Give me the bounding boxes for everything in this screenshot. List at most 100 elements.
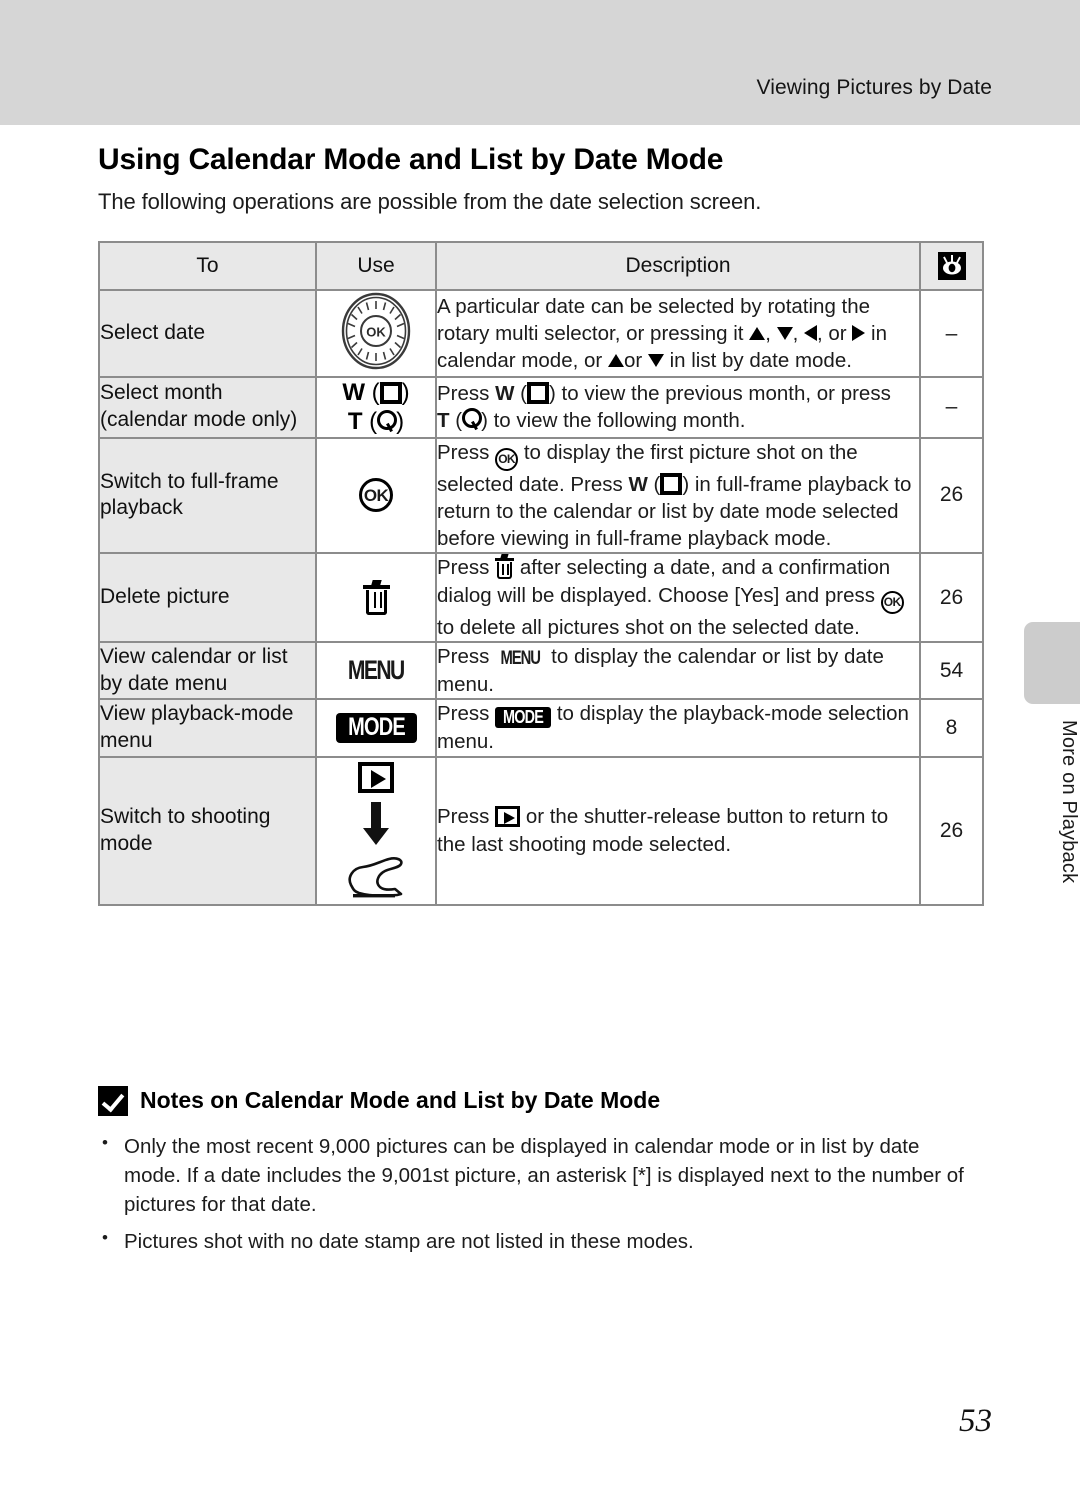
table-row: Switch to shooting mode Press or the shu… xyxy=(98,755,984,906)
thumbnail-checker-icon xyxy=(660,472,683,495)
description-view-playback-mode-menu: Press MODE to display the playback-mode … xyxy=(435,698,921,758)
desc-text-fragment: ) to view the following month. xyxy=(481,409,746,433)
reference-page-value: – xyxy=(919,376,984,439)
desc-text-fragment: to display the playback-mode xyxy=(556,702,823,726)
row-label-select-month: Select month (calendar mode only) xyxy=(98,376,317,439)
running-title: Viewing Pictures by Date xyxy=(756,76,992,99)
table-row: View calendar or list by date menu MENU … xyxy=(98,640,984,701)
description-view-calendar-menu: Press MENU to display the calendar or li… xyxy=(435,640,921,701)
notes-list: Only the most recent 9,000 pictures can … xyxy=(98,1131,982,1256)
arrow-up-icon xyxy=(607,354,624,368)
column-header-description: Description xyxy=(435,241,921,291)
side-thumb-tab: More on Playback xyxy=(1024,622,1080,922)
reference-page-value: 26 xyxy=(919,436,984,555)
table-header-row: To Use Description xyxy=(98,241,984,291)
playback-button-icon xyxy=(495,806,521,828)
desc-text-fragment: Press xyxy=(437,440,490,464)
desc-text-fragment: in list by date xyxy=(669,349,790,373)
desc-text-fragment: press xyxy=(840,382,891,406)
thumbnail-checker-icon xyxy=(379,382,402,404)
desc-text-fragment: A particular date can be selected by rot… xyxy=(437,294,871,318)
description-select-month: Press W () to view the previous month, o… xyxy=(435,376,921,439)
notes-heading-text: Notes on Calendar Mode and List by Date … xyxy=(140,1087,661,1114)
table-row: Select month (calendar mode only) W () T… xyxy=(98,376,984,439)
menu-button-icon: MENU xyxy=(500,647,541,669)
use-cell-playback-shutter xyxy=(315,755,437,906)
use-cell-zoom-buttons: W () T () xyxy=(315,376,437,439)
row-label-view-calendar-menu: View calendar or list by date menu xyxy=(98,640,317,701)
arrow-right-icon xyxy=(852,324,866,341)
t-label: T xyxy=(437,409,450,433)
use-cell-delete-button xyxy=(315,552,437,643)
svg-text:OK: OK xyxy=(366,325,386,340)
desc-text-fragment: Press xyxy=(437,702,490,726)
ok-button-icon: OK xyxy=(359,478,393,513)
zoom-tele-label-row: T () xyxy=(347,408,405,436)
desc-text-fragment: menu. xyxy=(437,673,494,697)
column-header-reference xyxy=(919,241,984,291)
desc-text-fragment: rotary multi selector, or pressing it xyxy=(437,321,744,345)
reference-page-value: 8 xyxy=(919,698,984,758)
menu-button-icon: MENU xyxy=(348,655,405,686)
row-label-select-date: Select date xyxy=(98,289,317,378)
shutter-press-finger-icon xyxy=(317,855,435,904)
page-title: Using Calendar Mode and List by Date Mod… xyxy=(98,143,724,176)
desc-text-fragment: after selecting a date, and a confirmati… xyxy=(519,556,891,580)
description-full-frame-playback: Press OK to display the first picture sh… xyxy=(435,436,921,555)
notes-heading-row: Notes on Calendar Mode and List by Date … xyxy=(98,1085,982,1116)
notes-block: Notes on Calendar Mode and List by Date … xyxy=(98,1085,982,1256)
desc-text-fragment: date. xyxy=(814,615,860,639)
use-cell-ok-button: OK xyxy=(315,436,437,555)
page-content: Using Calendar Mode and List by Date Mod… xyxy=(98,125,984,1264)
magnifier-icon xyxy=(462,408,483,431)
desc-text-fragment: Press xyxy=(437,556,490,580)
operations-table: To Use Description Select date OK A part… xyxy=(98,241,984,906)
desc-text-fragment: Press xyxy=(437,805,490,829)
w-label: W xyxy=(342,379,365,406)
use-cell-rotary-selector: OK xyxy=(315,289,437,378)
use-cell-menu-button: MENU xyxy=(315,640,437,701)
section-intro: The following operations are possible fr… xyxy=(98,189,762,214)
checkmark-note-icon xyxy=(98,1085,128,1116)
trash-icon xyxy=(495,555,515,580)
table-row: Select date OK A particular date can be … xyxy=(98,289,984,378)
ok-button-icon: OK xyxy=(880,590,904,614)
table-row: Delete picture Press after selecting a d… xyxy=(98,552,984,643)
description-switch-shooting-mode: Press or the shutter-release button to r… xyxy=(435,755,921,906)
reference-page-value: – xyxy=(919,289,984,378)
row-label-view-playback-mode-menu: View playback-mode menu xyxy=(98,698,317,758)
column-header-to: To xyxy=(98,241,317,291)
desc-text-fragment: Press xyxy=(570,472,623,496)
trash-icon xyxy=(362,581,390,615)
description-select-date: A particular date can be selected by rot… xyxy=(435,289,921,378)
playback-button-icon xyxy=(317,761,435,794)
reference-page-value: 26 xyxy=(919,552,984,643)
arrow-down-icon xyxy=(776,326,793,340)
arrow-down-icon xyxy=(647,354,664,368)
reference-page-value: 54 xyxy=(919,640,984,701)
w-label: W xyxy=(628,472,648,496)
desc-text-fragment: viewing in full-frame playback mode. xyxy=(500,527,832,551)
arrow-left-icon xyxy=(804,324,817,341)
arrow-up-icon xyxy=(749,326,766,340)
desc-text-fragment: Press xyxy=(437,382,490,406)
page-running-header: Viewing Pictures by Date xyxy=(0,0,1080,125)
row-label-delete-picture: Delete picture xyxy=(98,552,317,643)
list-item: Only the most recent 9,000 pictures can … xyxy=(98,1131,982,1219)
t-label: T xyxy=(347,408,363,436)
desc-text-fragment: or the shutter-release button to return xyxy=(525,805,866,829)
desc-text-fragment: Press xyxy=(437,644,490,668)
desc-text-fragment: dialog will be displayed. Choose [Yes] a… xyxy=(437,583,875,607)
row-label-switch-shooting-mode: Switch to shooting mode xyxy=(98,755,317,906)
list-item: Pictures shot with no date stamp are not… xyxy=(98,1226,982,1256)
down-arrow-icon xyxy=(317,801,435,851)
desc-text-fragment: ) to view the previous month, or xyxy=(549,382,835,406)
reference-page-value: 26 xyxy=(919,755,984,906)
side-tab-block xyxy=(1024,622,1080,704)
mode-button-icon: MODE xyxy=(495,707,552,729)
desc-text-fragment: selected date. xyxy=(437,472,565,496)
desc-text-fragment: to delete all pictures shot on the selec… xyxy=(437,615,809,639)
rotary-multi-selector-dial-icon: OK xyxy=(340,292,412,375)
page-number: 53 xyxy=(959,1403,992,1439)
w-label: W xyxy=(495,382,515,406)
